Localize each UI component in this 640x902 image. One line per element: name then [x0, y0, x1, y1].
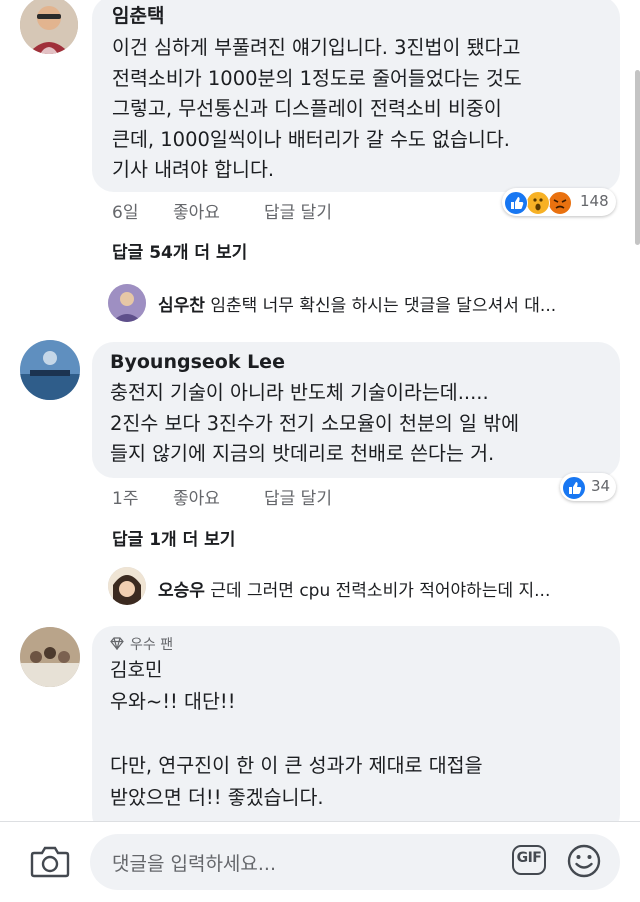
reaction-summary[interactable]: 148: [502, 188, 616, 216]
comment-bubble[interactable]: Byoungseok Lee 충전지 기술이 아니라 반도체 기술이라는데...…: [92, 342, 620, 478]
comment-meta: 1주 좋아요 답글 달기: [0, 484, 640, 510]
avatar[interactable]: [20, 340, 80, 400]
wow-reaction-icon: [526, 191, 550, 215]
comment-line: 받았으면 더!! 좋겠습니다.: [110, 786, 324, 809]
comment-line: 이건 심하게 부풀려진 얘기입니다. 3진법이 됐다고: [112, 36, 521, 59]
comment-time[interactable]: 6일: [112, 198, 138, 223]
comment-bubble[interactable]: 우수 팬 김호민 우와~!! 대단!! 다만, 연구진이 한 이 큰 성과가 제…: [92, 626, 620, 836]
reaction-count: 148: [580, 192, 609, 210]
comment-author[interactable]: 김호민: [110, 658, 602, 682]
scrollbar[interactable]: [635, 70, 640, 245]
reply-button[interactable]: 답글 달기: [264, 198, 332, 223]
reply-author[interactable]: 심우찬: [158, 296, 205, 316]
comment-line: 다만, 연구진이 한 이 큰 성과가 제대로 대접을: [110, 754, 483, 777]
like-reaction-icon: [562, 476, 586, 500]
camera-icon[interactable]: [30, 844, 70, 878]
like-reaction-icon: [504, 191, 528, 215]
top-fan-badge: 우수 팬: [110, 636, 602, 654]
reply-preview[interactable]: 심우찬 임춘택 너무 확신을 하시는 댓글을 달으셔서 대...: [158, 291, 556, 316]
comment-composer: 댓글을 입력하세요... GIF: [0, 821, 640, 902]
reply-avatar[interactable]: [108, 567, 146, 605]
reaction-summary[interactable]: 34: [560, 473, 616, 501]
comment-time[interactable]: 1주: [112, 484, 138, 509]
reaction-count: 34: [591, 477, 611, 495]
gif-label: GIF: [516, 850, 542, 866]
comment-line: 우와~!! 대단!!: [110, 690, 236, 713]
profile-photo-icon: [20, 340, 80, 400]
reply-text: 임춘택 너무 확신을 하시는 댓글을 달으셔서 대...: [210, 296, 557, 316]
avatar[interactable]: [20, 627, 80, 687]
top-fan-label: 우수 팬: [130, 637, 174, 653]
reply-text: 근데 그러면 cpu 전력소비가 적어야하는데 지...: [210, 581, 551, 601]
profile-photo-icon: [108, 567, 146, 605]
comment-line: 큰데, 1000일씩이나 배터리가 갈 수도 없습니다.: [112, 127, 510, 151]
gif-button[interactable]: GIF: [512, 845, 546, 875]
comment-bubble[interactable]: 임춘택 이건 심하게 부풀려진 얘기입니다. 3진법이 됐다고 전력소비가 10…: [92, 0, 620, 192]
comment-input-placeholder: 댓글을 입력하세요...: [112, 853, 276, 875]
reply-author[interactable]: 오승우: [158, 581, 205, 601]
emoji-icon[interactable]: [566, 843, 602, 879]
avatar[interactable]: [20, 0, 78, 54]
comment-line: [110, 718, 602, 750]
comment-line: 충전지 기술이 아니라 반도체 기술이라는데.....: [110, 381, 489, 404]
view-more-replies-button[interactable]: 답글 54개 더 보기: [112, 238, 247, 263]
like-button[interactable]: 좋아요: [173, 198, 220, 223]
comment-author[interactable]: 임춘택: [112, 4, 602, 28]
comment-author[interactable]: Byoungseok Lee: [110, 350, 602, 374]
diamond-icon: [110, 637, 124, 652]
comment-text: 우와~!! 대단!! 다만, 연구진이 한 이 큰 성과가 제대로 대접을 받았…: [110, 686, 602, 814]
comment-text: 충전지 기술이 아니라 반도체 기술이라는데..... 2진수 보다 3진수가 …: [110, 378, 602, 470]
like-button[interactable]: 좋아요: [173, 484, 220, 509]
comment-line: 기사 내려야 합니다.: [112, 158, 275, 181]
profile-photo-icon: [20, 0, 78, 54]
view-more-replies-button[interactable]: 답글 1개 더 보기: [112, 525, 235, 550]
comment-line: 2진수 보다 3진수가 전기 소모율이 천분의 일 밖에: [110, 411, 520, 435]
reply-button[interactable]: 답글 달기: [264, 484, 332, 509]
reply-preview[interactable]: 오승우 근데 그러면 cpu 전력소비가 적어야하는데 지...: [158, 576, 550, 601]
profile-photo-icon: [108, 284, 146, 322]
profile-photo-icon: [20, 627, 80, 687]
comment-input[interactable]: 댓글을 입력하세요... GIF: [90, 834, 620, 890]
comment-line: 전력소비가 1000분의 1정도로 줄어들었다는 것도: [112, 66, 522, 90]
comment-line: 그렇고, 무선통신과 디스플레이 전력소비 비중이: [112, 97, 502, 120]
comment-text: 이건 심하게 부풀려진 얘기입니다. 3진법이 됐다고 전력소비가 1000분의…: [112, 33, 602, 186]
reply-avatar[interactable]: [108, 284, 146, 322]
angry-reaction-icon: [548, 191, 572, 215]
comment-line: 들지 않기에 지금의 밧데리로 천배로 쓴다는 거.: [110, 442, 495, 465]
